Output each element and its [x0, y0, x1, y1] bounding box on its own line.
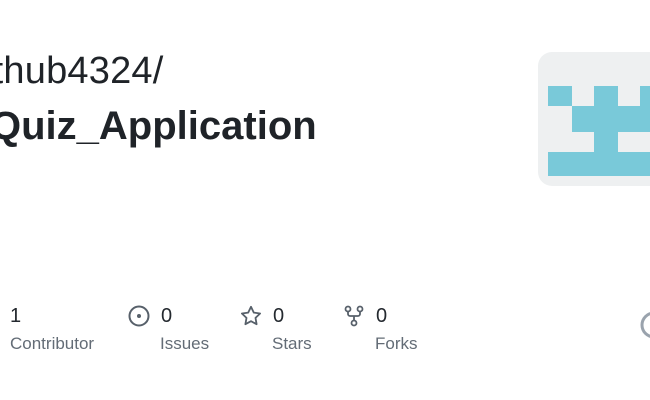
contributors-count: 1: [10, 305, 22, 327]
issues-stat[interactable]: 0 Issues: [127, 303, 209, 359]
issues-count: 0: [161, 305, 173, 327]
owner-avatar: [538, 52, 650, 186]
issue-opened-icon: [127, 304, 151, 328]
stars-stat[interactable]: 0 Stars: [239, 303, 312, 359]
contributors-label: Contributor: [10, 334, 95, 353]
issues-label: Issues: [160, 334, 210, 353]
github-mark-icon: [639, 310, 650, 340]
stars-count: 0: [273, 305, 285, 327]
identicon-icon: [548, 86, 650, 176]
stars-label: Stars: [272, 334, 312, 353]
fork-icon: [342, 304, 366, 328]
contributors-stat[interactable]: 1 Contributor: [10, 303, 94, 359]
forks-stat[interactable]: 0 Forks: [342, 303, 418, 359]
forks-count: 0: [376, 305, 388, 327]
repo-name[interactable]: Quiz_Application: [0, 106, 317, 146]
repo-owner[interactable]: ithub4324/: [0, 52, 164, 90]
star-icon: [239, 304, 263, 328]
forks-label: Forks: [375, 334, 418, 353]
